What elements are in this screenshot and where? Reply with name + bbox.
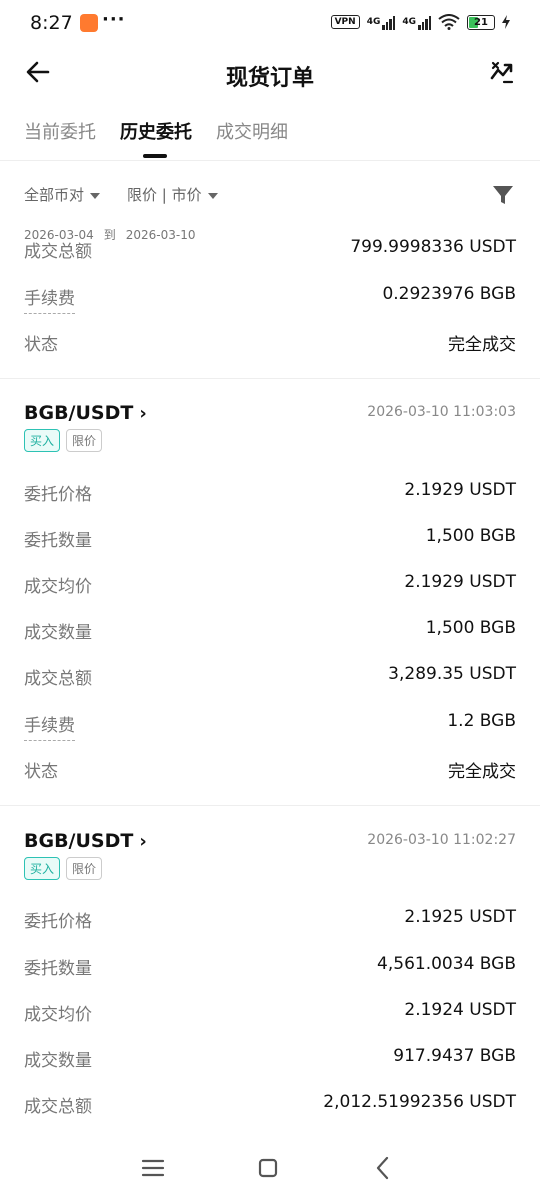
more-notifications-icon: ··· (102, 9, 126, 30)
status-time: 8:27 (30, 12, 73, 34)
vpn-badge: VPN (330, 15, 360, 29)
detail-label: 委托价格 (24, 485, 92, 505)
home-icon[interactable] (253, 1153, 283, 1183)
pair-filter-label: 全部币对 (24, 186, 85, 204)
detail-value: 完全成交 (448, 335, 516, 355)
fee-label[interactable]: 手续费 (24, 711, 75, 741)
detail-label: 成交均价 (24, 577, 92, 597)
battery-level: 21 (474, 16, 488, 28)
detail-label: 成交总额 (24, 1097, 92, 1114)
side-badge: 买入 (24, 429, 61, 452)
order-time: 2026-03-10 11:03:03 (367, 404, 516, 420)
detail-row: 成交均价 2.1924 USDT (24, 1000, 516, 1030)
page-title: 现货订单 (225, 66, 314, 91)
system-nav-bar (0, 1139, 540, 1199)
clipped-row-container: 成交总额 2,012.51992356 USDT (0, 1092, 540, 1114)
caret-down-icon (90, 192, 101, 199)
order-pair-label: BGB/USDT (24, 402, 134, 424)
filter-funnel-icon[interactable] (492, 184, 514, 206)
detail-row: 委托数量 1,500 BGB (24, 526, 516, 556)
share-icon[interactable] (488, 58, 516, 86)
wifi-icon (438, 14, 460, 30)
order-time: 2026-03-10 11:02:27 (367, 832, 516, 848)
detail-value: 1,500 BGB (425, 618, 516, 638)
battery-icon: 21 (467, 14, 495, 30)
order-pair[interactable]: BGB/USDT › (24, 830, 147, 852)
tab-trade-details[interactable]: 成交明细 (216, 118, 288, 144)
detail-label: 状态 (24, 335, 58, 355)
type-badge: 限价 (66, 429, 103, 452)
order-header[interactable]: BGB/USDT › 2026-03-10 11:02:27 买入 限价 (24, 830, 516, 890)
detail-value: 799.9998336 USDT (350, 237, 516, 257)
detail-label: 成交数量 (24, 1051, 92, 1071)
side-badge: 买入 (24, 857, 61, 880)
detail-label: 状态 (24, 762, 58, 782)
order-type-filter-dropdown[interactable]: 限价 | 市价 (127, 184, 218, 205)
detail-row: 成交数量 1,500 BGB (24, 618, 516, 648)
signal-icon-2 (418, 14, 431, 30)
order-type-filter-label: 限价 | 市价 (127, 186, 202, 204)
top-bar: 现货订单 (0, 50, 540, 96)
detail-row: 手续费 0.2923976 BGB (24, 284, 516, 314)
active-tab-indicator (143, 154, 167, 158)
detail-row: 成交总额 799.9998336 USDT (24, 237, 516, 267)
filter-bar: 全部币对 限价 | 市价 (0, 180, 540, 210)
detail-row: 委托数量 4,561.0034 BGB (24, 954, 516, 984)
detail-value: 2.1925 USDT (404, 907, 516, 927)
detail-label: 委托数量 (24, 959, 92, 979)
charging-icon (502, 15, 510, 29)
network-type-1: 4G (366, 17, 381, 27)
detail-value: 2,012.51992356 USDT (323, 1092, 516, 1112)
detail-label: 成交总额 (24, 669, 92, 689)
divider (0, 805, 540, 806)
order-badges: 买入 限价 (24, 429, 103, 452)
signal-icon (382, 14, 396, 30)
detail-label: 委托数量 (24, 531, 92, 551)
detail-row: 成交总额 2,012.51992356 USDT (24, 1092, 516, 1114)
tab-current-orders[interactable]: 当前委托 (24, 118, 96, 144)
detail-value: 2.1929 USDT (404, 480, 516, 500)
caret-down-icon (207, 192, 218, 199)
detail-value: 2.1929 USDT (404, 572, 516, 592)
detail-label: 委托价格 (24, 912, 92, 932)
detail-row: 委托价格 2.1925 USDT (24, 907, 516, 937)
order-tabs: 当前委托 历史委托 成交明细 (0, 118, 540, 161)
detail-label: 成交数量 (24, 623, 92, 643)
order-header[interactable]: BGB/USDT › 2026-03-10 11:03:03 买入 限价 (24, 402, 516, 462)
detail-value: 1,500 BGB (425, 526, 516, 546)
order-pair[interactable]: BGB/USDT › (24, 402, 147, 424)
type-badge: 限价 (66, 857, 103, 880)
detail-row: 状态 完全成交 (24, 330, 516, 360)
detail-row: 成交总额 3,289.35 USDT (24, 664, 516, 694)
order-pair-label: BGB/USDT (24, 830, 134, 852)
detail-row: 委托价格 2.1929 USDT (24, 480, 516, 510)
chevron-right-icon: › (139, 831, 147, 852)
detail-value: 917.9437 BGB (393, 1046, 516, 1066)
detail-value: 2.1924 USDT (404, 1000, 516, 1020)
network-type-2: 4G (402, 17, 416, 27)
tab-order-history[interactable]: 历史委托 (120, 118, 192, 144)
detail-row: 成交均价 2.1929 USDT (24, 572, 516, 602)
detail-value: 完全成交 (448, 762, 516, 782)
divider (0, 378, 540, 379)
pair-filter-dropdown[interactable]: 全部币对 (24, 184, 101, 205)
status-bar: 8:27 ··· VPN 4G 4G 21 (0, 0, 540, 50)
detail-label: 成交总额 (24, 242, 92, 262)
fee-label[interactable]: 手续费 (24, 284, 75, 314)
detail-row: 成交数量 917.9437 BGB (24, 1046, 516, 1076)
menu-icon[interactable] (138, 1153, 168, 1183)
detail-row: 手续费 1.2 BGB (24, 711, 516, 741)
back-icon[interactable] (368, 1153, 398, 1183)
detail-row: 状态 完全成交 (24, 757, 516, 787)
detail-value: 0.2923976 BGB (382, 284, 516, 304)
detail-value: 3,289.35 USDT (388, 664, 516, 684)
detail-value: 1.2 BGB (447, 711, 516, 731)
chevron-right-icon: › (139, 403, 147, 424)
notification-app-icon (80, 14, 98, 32)
order-badges: 买入 限价 (24, 857, 103, 880)
detail-label: 成交均价 (24, 1005, 92, 1025)
detail-value: 4,561.0034 BGB (377, 954, 516, 974)
